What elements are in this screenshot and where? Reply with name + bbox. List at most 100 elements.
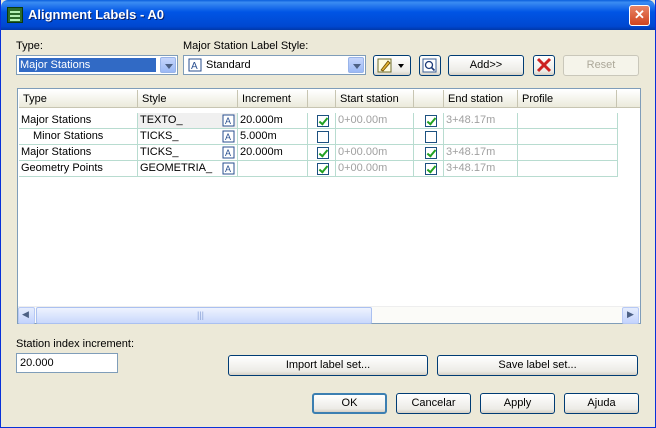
cell-style-text: TICKS_	[140, 146, 179, 158]
type-dropdown-value: Major Stations	[19, 58, 156, 72]
close-button[interactable]: ✕	[629, 5, 650, 26]
dialog-window: Alignment Labels - A0 ✕ Type: Major Stat…	[0, 0, 656, 428]
edit-style-button[interactable]	[373, 55, 411, 76]
cell-increment[interactable]: 20.000m	[238, 145, 308, 161]
scroll-right-button[interactable]: ▶	[622, 307, 639, 324]
start-checkbox[interactable]	[317, 163, 329, 175]
cell-end-toggle[interactable]	[414, 113, 444, 129]
cancel-button[interactable]: Cancelar	[396, 393, 471, 414]
title-bar[interactable]: Alignment Labels - A0 ✕	[1, 0, 655, 30]
cell-style[interactable]: TEXTO_ A	[138, 113, 238, 129]
end-checkbox[interactable]	[425, 147, 437, 159]
label-style-icon[interactable]: A	[222, 162, 236, 175]
svg-text:A: A	[225, 116, 231, 126]
magnifier-preview-icon	[422, 58, 437, 73]
style-dropdown-value: Standard	[206, 59, 251, 71]
cell-type[interactable]: Major Stations	[19, 145, 138, 161]
table-row[interactable]: Geometry Points GEOMETRIA_ A 0+00.00m 3+…	[19, 161, 619, 177]
cell-type[interactable]: Minor Stations	[19, 129, 138, 145]
horizontal-scrollbar[interactable]: ◀ ||| ▶	[18, 306, 640, 324]
scroll-thumb[interactable]: |||	[36, 307, 372, 324]
cell-profile[interactable]	[518, 145, 618, 161]
cell-start-toggle[interactable]	[308, 161, 336, 177]
cell-start-toggle[interactable]	[308, 113, 336, 129]
cell-increment[interactable]: 20.000m	[238, 113, 308, 129]
cell-end-station[interactable]: 3+48.17m	[444, 161, 518, 177]
delete-button[interactable]	[533, 55, 555, 76]
cell-profile[interactable]	[518, 113, 618, 129]
label-style-icon[interactable]: A	[222, 146, 236, 159]
svg-text:A: A	[191, 61, 198, 72]
cell-end-toggle[interactable]	[414, 129, 444, 145]
type-dropdown[interactable]: Major Stations	[16, 55, 178, 75]
end-checkbox[interactable]	[425, 163, 437, 175]
window-title: Alignment Labels - A0	[28, 7, 165, 22]
cell-start-station[interactable]: 0+00.00m	[336, 113, 414, 129]
label-style-icon[interactable]: A	[222, 130, 236, 143]
cell-increment[interactable]: 5.000m	[238, 129, 308, 145]
header-end-toggle[interactable]	[414, 90, 444, 108]
header-end-station[interactable]: End station	[444, 90, 518, 108]
cell-type[interactable]: Major Stations	[19, 113, 138, 129]
cell-style-text: GEOMETRIA_	[140, 162, 213, 174]
cell-end-station[interactable]	[444, 129, 518, 145]
cell-start-station[interactable]: 0+00.00m	[336, 161, 414, 177]
cell-style[interactable]: TICKS_ A	[138, 129, 238, 145]
scroll-left-button[interactable]: ◀	[18, 307, 35, 324]
start-checkbox[interactable]	[317, 115, 329, 127]
cell-start-toggle[interactable]	[308, 129, 336, 145]
add-button[interactable]: Add>>	[448, 55, 524, 76]
header-start-toggle[interactable]	[308, 90, 336, 108]
cell-type[interactable]: Geometry Points	[19, 161, 138, 177]
save-label-set-button[interactable]: Save label set...	[437, 355, 638, 376]
start-checkbox[interactable]	[317, 131, 329, 143]
cell-start-toggle[interactable]	[308, 145, 336, 161]
table-row[interactable]: Minor Stations TICKS_ A 5.000m	[19, 129, 619, 145]
cell-start-station[interactable]: 0+00.00m	[336, 145, 414, 161]
ok-button[interactable]: OK	[312, 393, 387, 414]
style-dropdown[interactable]: A Standard	[183, 55, 366, 75]
grip-icon: |||	[197, 310, 205, 320]
svg-text:A: A	[225, 164, 231, 174]
chevron-down-icon[interactable]	[348, 57, 364, 73]
header-type[interactable]: Type	[19, 90, 138, 108]
header-filler	[617, 90, 640, 108]
cell-end-toggle[interactable]	[414, 145, 444, 161]
cell-style[interactable]: GEOMETRIA_ A	[138, 161, 238, 177]
cell-end-toggle[interactable]	[414, 161, 444, 177]
header-profile[interactable]: Profile	[518, 90, 617, 108]
cell-style[interactable]: TICKS_ A	[138, 145, 238, 161]
app-icon	[7, 7, 23, 23]
header-increment[interactable]: Increment	[238, 90, 308, 108]
cell-increment[interactable]	[238, 161, 308, 177]
cell-end-station[interactable]: 3+48.17m	[444, 145, 518, 161]
cell-start-station[interactable]	[336, 129, 414, 145]
svg-text:A: A	[225, 132, 231, 142]
cell-end-station[interactable]: 3+48.17m	[444, 113, 518, 129]
header-start-station[interactable]: Start station	[336, 90, 414, 108]
reset-button[interactable]: Reset	[563, 55, 639, 76]
chevron-left-icon: ◀	[22, 309, 29, 319]
labels-table[interactable]: Type Style Increment Start station End s…	[17, 88, 641, 324]
help-button[interactable]: Ajuda	[564, 393, 639, 414]
start-checkbox[interactable]	[317, 147, 329, 159]
station-index-input[interactable]: 20.000	[16, 353, 118, 373]
table-row[interactable]: Major Stations TEXTO_ A 20.000m 0+00.00m…	[19, 113, 619, 129]
chevron-down-icon[interactable]	[160, 57, 176, 73]
apply-button[interactable]: Apply	[480, 393, 555, 414]
end-checkbox[interactable]	[425, 131, 437, 143]
station-index-label: Station index increment:	[16, 338, 135, 350]
table-row[interactable]: Major Stations TICKS_ A 20.000m 0+00.00m…	[19, 145, 619, 161]
pencil-edit-icon	[377, 58, 404, 73]
chevron-right-icon: ▶	[627, 309, 634, 319]
end-checkbox[interactable]	[425, 115, 437, 127]
cell-style-text: TICKS_	[140, 130, 179, 142]
label-style-icon[interactable]: A	[222, 114, 236, 127]
cell-profile[interactable]	[518, 161, 618, 177]
header-style[interactable]: Style	[138, 90, 238, 108]
cell-style-text: TEXTO_	[140, 114, 183, 126]
import-label-set-button[interactable]: Import label set...	[228, 355, 428, 376]
svg-text:A: A	[225, 148, 231, 158]
cell-profile[interactable]	[518, 129, 618, 145]
preview-button[interactable]	[419, 55, 441, 76]
